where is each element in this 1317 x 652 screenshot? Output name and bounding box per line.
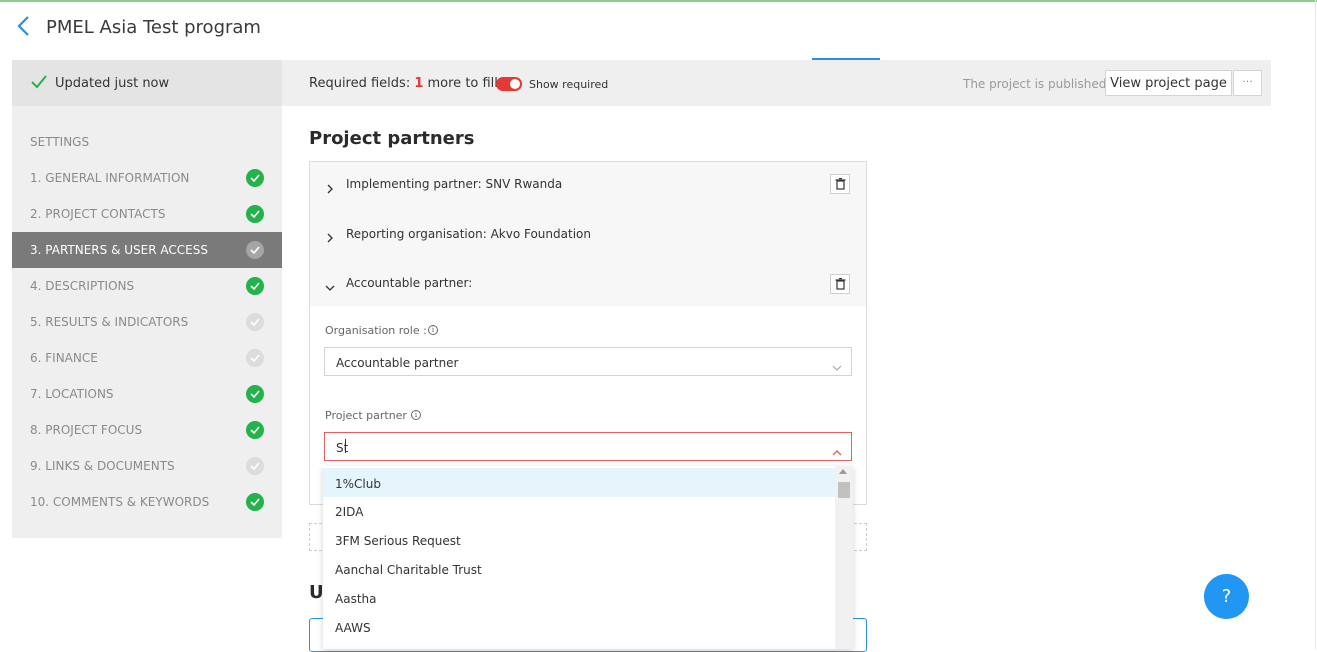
sidebar-item-label: 9. LINKS & DOCUMENTS xyxy=(30,459,175,473)
org-role-label: Organisation role : xyxy=(325,324,427,337)
option-label: 3FM Serious Request xyxy=(335,534,461,548)
chevron-down-icon xyxy=(832,357,842,376)
sidebar-item-label: 1. GENERAL INFORMATION xyxy=(30,171,190,185)
complete-check-icon xyxy=(246,385,264,403)
sidebar-item-label: 7. LOCATIONS xyxy=(30,387,114,401)
incomplete-check-icon xyxy=(246,313,264,331)
option-label: 1%Club xyxy=(335,477,381,491)
view-project-page-button[interactable]: View project page xyxy=(1105,70,1232,96)
settings-heading: SETTINGS xyxy=(30,135,90,149)
org-role-value: Accountable partner xyxy=(336,356,459,370)
sidebar-item-locations[interactable]: 7. LOCATIONS xyxy=(12,376,282,412)
incomplete-check-icon xyxy=(246,457,264,475)
sidebar-item-label: 4. DESCRIPTIONS xyxy=(30,279,135,293)
dropdown-scrollbar[interactable] xyxy=(835,466,853,649)
required-fields-text: Required fields: 1 more to fill xyxy=(309,76,498,91)
dropdown-option[interactable]: 3FM Serious Request xyxy=(323,525,835,554)
sidebar-item-partners-user-access[interactable]: 3. PARTNERS & USER ACCESS xyxy=(12,232,282,268)
partner-row-reporting[interactable]: Reporting organisation: Akvo Foundation xyxy=(310,206,866,256)
option-label: 2IDA xyxy=(335,505,364,519)
chevron-right-icon xyxy=(325,179,335,194)
chevron-right-icon xyxy=(325,228,335,243)
option-label: Aastha xyxy=(335,592,377,606)
active-check-icon xyxy=(246,241,264,259)
scroll-up-icon[interactable] xyxy=(839,469,847,474)
partner-row-accountable[interactable]: Accountable partner: xyxy=(310,255,866,307)
option-label: Aanchal Charitable Trust xyxy=(335,563,482,577)
sidebar-item-label: 5. RESULTS & INDICATORS xyxy=(30,315,189,329)
project-partner-label: Project partner xyxy=(325,409,407,422)
scrollbar-thumb[interactable] xyxy=(838,482,850,498)
complete-check-icon xyxy=(246,421,264,439)
sidebar-item-project-contacts[interactable]: 2. PROJECT CONTACTS xyxy=(12,196,282,232)
trash-icon[interactable] xyxy=(830,174,850,194)
dropdown-option[interactable]: Aastha xyxy=(323,583,835,612)
org-role-select[interactable]: Accountable partner xyxy=(324,347,852,376)
text-caret xyxy=(345,439,346,453)
back-arrow-icon[interactable] xyxy=(14,14,34,40)
sidebar-item-links-documents[interactable]: 9. LINKS & DOCUMENTS xyxy=(12,448,282,484)
published-status: The project is published xyxy=(963,77,1107,91)
sidebar-item-label: 3. PARTNERS & USER ACCESS xyxy=(30,243,208,257)
dropdown-option[interactable]: Aanchal Charitable Trust xyxy=(323,554,835,583)
sidebar-item-label: 2. PROJECT CONTACTS xyxy=(30,207,166,221)
info-icon[interactable]: i xyxy=(411,410,421,420)
incomplete-check-icon xyxy=(246,349,264,367)
page-title: PMEL Asia Test program xyxy=(46,17,261,38)
trash-icon[interactable] xyxy=(830,274,850,294)
more-options-button[interactable]: ··· xyxy=(1233,70,1262,96)
help-button[interactable]: ? xyxy=(1204,574,1249,619)
dropdown-option[interactable]: AAWS xyxy=(323,612,835,641)
checkmark-icon xyxy=(31,74,47,90)
show-required-label: Show required xyxy=(529,78,609,91)
page-right-border xyxy=(1315,0,1316,649)
option-label: AAWS xyxy=(335,621,371,635)
sidebar-item-project-focus[interactable]: 8. PROJECT FOCUS xyxy=(12,412,282,448)
save-status-text: Updated just now xyxy=(55,76,170,91)
page-header: PMEL Asia Test program xyxy=(0,2,1317,60)
sidebar-item-finance[interactable]: 6. FINANCE xyxy=(12,340,282,376)
partner-row-label: Implementing partner: SNV Rwanda xyxy=(346,177,563,191)
partners-panel: Implementing partner: SNV Rwanda Reporti… xyxy=(309,161,867,505)
sidebar-item-label: 10. COMMENTS & KEYWORDS xyxy=(30,495,210,509)
partner-row-label: Accountable partner: xyxy=(346,276,473,290)
sidebar-item-label: 6. FINANCE xyxy=(30,351,98,365)
status-toolbar: Required fields: 1 more to fill Show req… xyxy=(282,60,1271,106)
partner-row-implementing[interactable]: Implementing partner: SNV Rwanda xyxy=(310,162,866,207)
complete-check-icon xyxy=(246,205,264,223)
show-required-toggle[interactable] xyxy=(496,77,522,91)
complete-check-icon xyxy=(246,493,264,511)
partner-row-label: Reporting organisation: Akvo Foundation xyxy=(346,227,591,241)
save-status: Updated just now xyxy=(12,60,282,106)
sidebar-item-general-information[interactable]: 1. GENERAL INFORMATION xyxy=(12,160,282,196)
dropdown-option[interactable]: 1%Club xyxy=(323,468,835,497)
sidebar-item-results-indicators[interactable]: 5. RESULTS & INDICATORS xyxy=(12,304,282,340)
sidebar-item-descriptions[interactable]: 4. DESCRIPTIONS xyxy=(12,268,282,304)
sidebar: Updated just now SETTINGS 1. GENERAL INF… xyxy=(12,60,282,538)
section-title: Project partners xyxy=(309,128,475,149)
complete-check-icon xyxy=(246,169,264,187)
sidebar-item-comments-keywords[interactable]: 10. COMMENTS & KEYWORDS xyxy=(12,484,282,520)
toggle-knob xyxy=(510,79,520,89)
complete-check-icon xyxy=(246,277,264,295)
chevron-up-icon[interactable] xyxy=(832,442,842,461)
chevron-down-icon xyxy=(325,278,335,291)
project-partner-search-value: St xyxy=(336,441,349,455)
project-partner-input[interactable]: St xyxy=(324,432,852,461)
partner-dropdown-list: 1%Club 2IDA 3FM Serious Request Aanchal … xyxy=(323,466,853,649)
dropdown-option[interactable]: 2IDA xyxy=(323,496,835,525)
info-icon[interactable]: i xyxy=(428,325,438,335)
sidebar-item-label: 8. PROJECT FOCUS xyxy=(30,423,143,437)
